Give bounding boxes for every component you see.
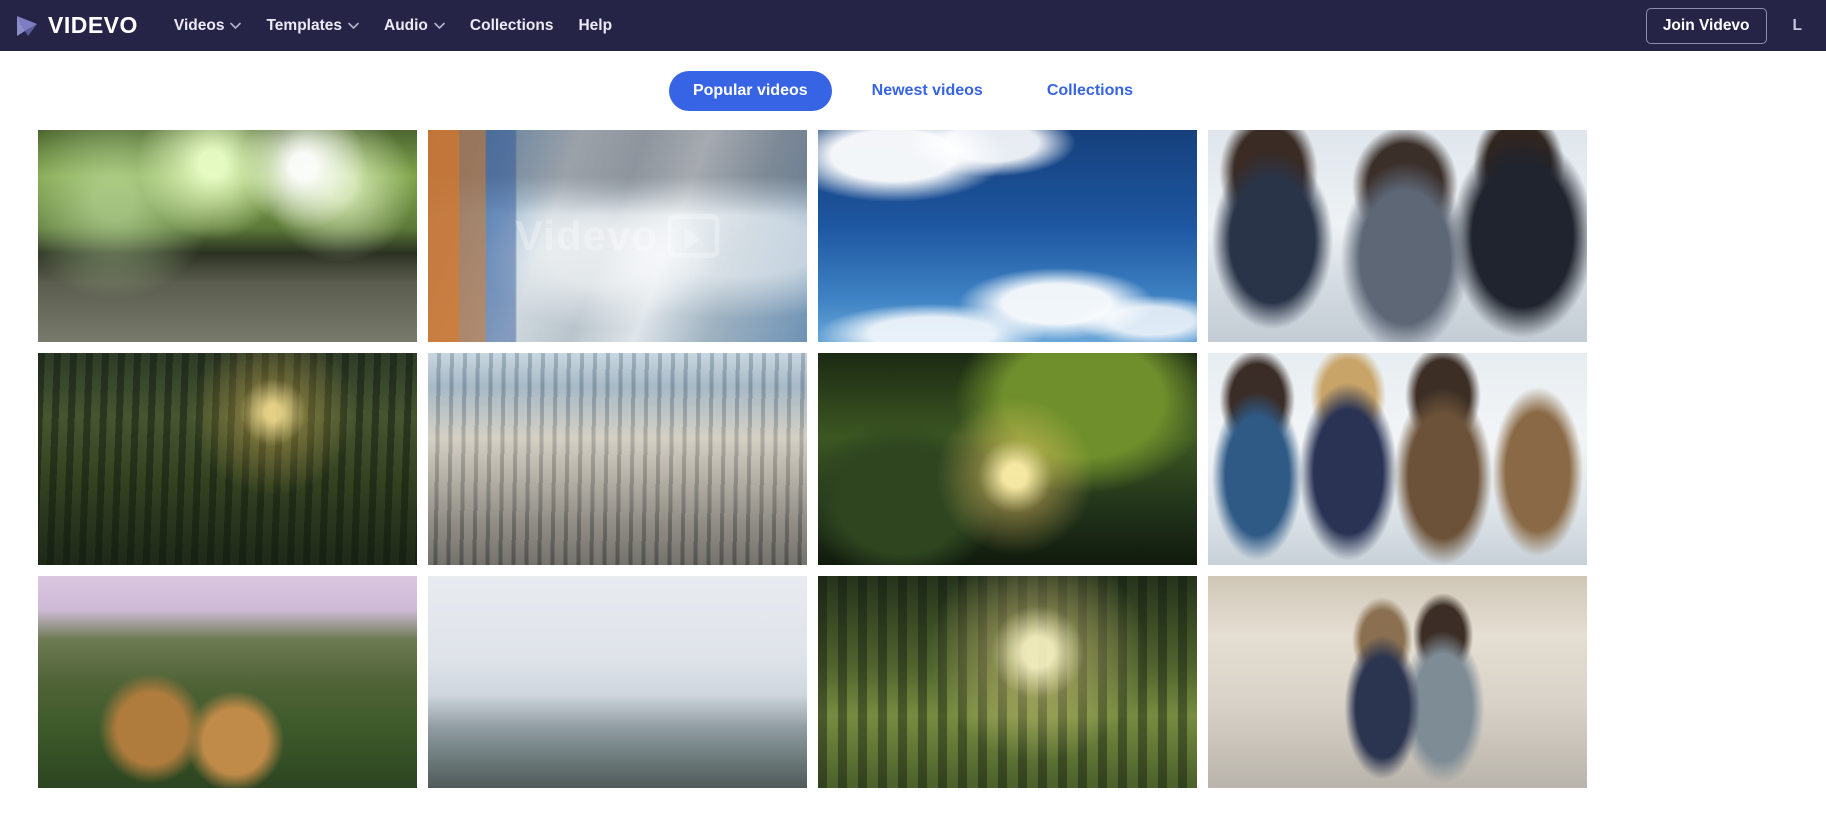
nav-item-label: Collections <box>469 16 554 34</box>
video-tile-city-street-aerial-view[interactable] <box>428 353 807 565</box>
thumbnail-image <box>818 576 1197 788</box>
tab-popular-videos[interactable]: Popular videos <box>668 70 832 111</box>
login-link[interactable]: L <box>1793 17 1802 35</box>
nav-item-label: Help <box>578 16 613 34</box>
join-videvo-button[interactable]: Join Videvo <box>1645 7 1767 44</box>
header-actions: Join Videvo L <box>1645 7 1802 44</box>
nav-item-templates[interactable]: Templates <box>266 17 359 35</box>
video-tile-business-team-at-laptop[interactable] <box>1208 130 1587 342</box>
thumbnail-image <box>1208 353 1587 565</box>
thumbnail-image <box>818 353 1197 565</box>
site-header: VIDEVO Videos Templates Audio Collection… <box>0 0 1826 51</box>
content-tabs: Popular videos Newest videos Collections <box>0 51 1826 130</box>
video-tile-lionesses-walking-in-savanna[interactable] <box>38 576 417 788</box>
chevron-down-icon <box>434 22 445 29</box>
play-triangle-icon <box>17 15 37 36</box>
main-nav: Videos Templates Audio Collections Help <box>174 17 1646 35</box>
video-tile-sunlight-through-green-leaves[interactable] <box>818 353 1197 565</box>
video-tile-office-lobby-colleagues-walking[interactable] <box>1208 576 1587 788</box>
thumbnail-image <box>38 576 417 788</box>
nav-item-label: Templates <box>266 16 342 34</box>
video-tile-blue-sky-with-clouds[interactable] <box>818 130 1197 342</box>
logo[interactable]: VIDEVO <box>14 12 138 39</box>
video-tile-sunrise-over-forest-meadow[interactable] <box>818 576 1197 788</box>
video-tile-business-group-discussion[interactable] <box>1208 353 1587 565</box>
thumbnail-image <box>428 130 807 342</box>
tab-collections[interactable]: Collections <box>1023 71 1157 111</box>
nav-item-label: Audio <box>384 16 428 34</box>
logo-text: VIDEVO <box>48 12 138 38</box>
thumbnail-image <box>428 353 807 565</box>
thumbnail-image <box>1208 130 1587 342</box>
video-tile-sunlight-through-pine-forest[interactable] <box>38 353 417 565</box>
nav-item-collections[interactable]: Collections <box>470 17 554 35</box>
chevron-down-icon <box>230 22 242 29</box>
thumbnail-image <box>38 130 417 342</box>
nav-item-help[interactable]: Help <box>578 17 612 35</box>
thumbnail-image <box>1208 576 1587 788</box>
thumbnail-image <box>38 353 417 565</box>
nav-item-audio[interactable]: Audio <box>384 17 445 35</box>
video-tile-rain-falling-in-forest[interactable] <box>38 130 417 342</box>
nav-item-label: Videos <box>173 16 225 34</box>
video-tile-coastal-seascape-overcast[interactable] <box>428 576 807 788</box>
thumbnail-image <box>818 130 1197 342</box>
thumbnail-image <box>428 576 807 788</box>
video-tile-industrial-factory-machinery[interactable]: Videvo <box>428 130 807 342</box>
video-thumbnail-grid: Videvo <box>0 130 1826 788</box>
tab-newest-videos[interactable]: Newest videos <box>848 71 1007 111</box>
chevron-down-icon <box>348 22 359 29</box>
nav-item-videos[interactable]: Videos <box>174 17 242 35</box>
